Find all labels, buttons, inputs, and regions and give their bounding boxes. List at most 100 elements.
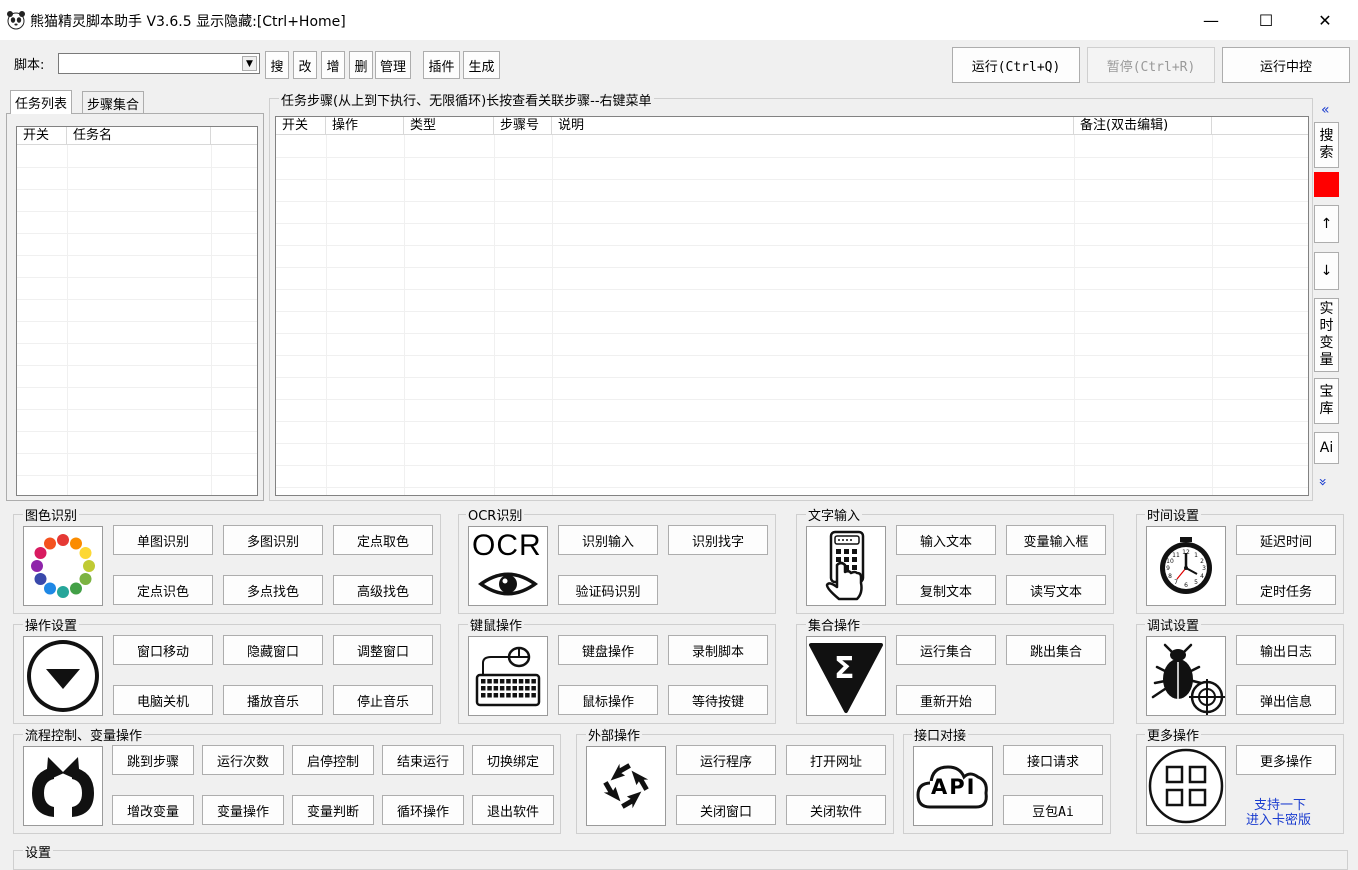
task-col-extra[interactable]: [211, 127, 257, 145]
ocr-eye-icon: OCR: [468, 526, 548, 606]
adjust-window-button[interactable]: 调整窗口: [333, 635, 433, 665]
plugin-button[interactable]: 插件: [423, 51, 460, 79]
treasury-button[interactable]: 宝 库: [1314, 378, 1339, 424]
steps-col-step-no[interactable]: 步骤号: [494, 117, 552, 135]
script-manage-button[interactable]: 管理: [375, 51, 411, 79]
mouse-operation-button[interactable]: 鼠标操作: [558, 685, 658, 715]
copy-text-button[interactable]: 复制文本: [896, 575, 996, 605]
flow-title: 流程控制、变量操作: [23, 725, 145, 744]
variable-judge-button[interactable]: 变量判断: [292, 795, 374, 825]
advanced-find-color-button[interactable]: 高级找色: [333, 575, 433, 605]
run-set-button[interactable]: 运行集合: [896, 635, 996, 665]
svg-text:2: 2: [1200, 558, 1204, 565]
keypad-touch-icon: [806, 526, 886, 606]
keyboard-operation-button[interactable]: 键盘操作: [558, 635, 658, 665]
expand-icon[interactable]: »: [1314, 478, 1330, 487]
restart-button[interactable]: 重新开始: [896, 685, 996, 715]
collapse-icon[interactable]: «: [1321, 102, 1330, 118]
steps-col-note[interactable]: 备注(双击编辑): [1074, 117, 1212, 135]
multi-image-recognize-button[interactable]: 多图识别: [223, 525, 323, 555]
realtime-vars-button[interactable]: 实 时 变 量: [1314, 298, 1339, 372]
close-button[interactable]: ✕: [1302, 0, 1348, 40]
api-request-button[interactable]: 接口请求: [1003, 745, 1103, 775]
steps-col-switch[interactable]: 开关: [276, 117, 326, 135]
add-modify-variable-button[interactable]: 增改变量: [112, 795, 194, 825]
external-title: 外部操作: [586, 725, 643, 744]
delay-time-button[interactable]: 延迟时间: [1236, 525, 1336, 555]
generate-button[interactable]: 生成: [463, 51, 500, 79]
record-script-button[interactable]: 录制脚本: [668, 635, 768, 665]
script-add-button[interactable]: 增: [321, 51, 345, 79]
multi-point-find-color-button[interactable]: 多点找色: [223, 575, 323, 605]
script-edit-button[interactable]: 改: [293, 51, 317, 79]
run-control-button[interactable]: 运行中控: [1222, 47, 1350, 83]
tab-step-sets[interactable]: 步骤集合: [82, 91, 145, 113]
play-music-button[interactable]: 播放音乐: [223, 685, 323, 715]
wait-key-button[interactable]: 等待按键: [668, 685, 768, 715]
hide-window-button[interactable]: 隐藏窗口: [223, 635, 323, 665]
minimize-button[interactable]: —: [1188, 0, 1234, 40]
svg-text:12: 12: [1182, 549, 1190, 556]
point-color-recognize-button[interactable]: 定点识色: [113, 575, 213, 605]
exit-set-button[interactable]: 跳出集合: [1006, 635, 1106, 665]
variable-input-box-button[interactable]: 变量输入框: [1006, 525, 1106, 555]
close-window-button[interactable]: 关闭窗口: [676, 795, 776, 825]
start-stop-control-button[interactable]: 启停控制: [292, 745, 374, 775]
open-url-button[interactable]: 打开网址: [786, 745, 886, 775]
steps-col-extra[interactable]: [1212, 117, 1308, 135]
maximize-button[interactable]: ☐: [1243, 0, 1289, 40]
settings-title: 设置: [23, 842, 54, 861]
title-bar: 熊猫精灵脚本助手 V3.6.5 显示隐藏:[Ctrl+Home] — ☐ ✕: [0, 0, 1358, 40]
support-link-line2[interactable]: 进入卡密版: [1246, 809, 1311, 828]
settings-group: [13, 850, 1348, 870]
run-program-button[interactable]: 运行程序: [676, 745, 776, 775]
operation-title: 操作设置: [23, 615, 80, 634]
tab-task-list[interactable]: 任务列表: [10, 90, 73, 114]
svg-text:5: 5: [1194, 579, 1198, 586]
pause-button[interactable]: 暂停(Ctrl+R): [1087, 47, 1215, 83]
switch-binding-button[interactable]: 切换绑定: [472, 745, 554, 775]
popup-info-button[interactable]: 弹出信息: [1236, 685, 1336, 715]
external-arrows-icon: [586, 746, 666, 826]
input-text-button[interactable]: 输入文本: [896, 525, 996, 555]
run-count-button[interactable]: 运行次数: [202, 745, 284, 775]
recognize-input-button[interactable]: 识别输入: [558, 525, 658, 555]
doubao-ai-button[interactable]: 豆包Ai: [1003, 795, 1103, 825]
steps-list[interactable]: 开关 操作 类型 步骤号 说明 备注(双击编辑): [275, 116, 1309, 496]
steps-col-type[interactable]: 类型: [404, 117, 494, 135]
recognize-find-text-button[interactable]: 识别找字: [668, 525, 768, 555]
script-delete-button[interactable]: 删: [349, 51, 373, 79]
more-operations-button[interactable]: 更多操作: [1236, 745, 1336, 775]
more-title: 更多操作: [1145, 725, 1202, 744]
end-run-button[interactable]: 结束运行: [382, 745, 464, 775]
jump-to-step-button[interactable]: 跳到步骤: [112, 745, 194, 775]
shutdown-button[interactable]: 电脑关机: [113, 685, 213, 715]
steps-col-desc[interactable]: 说明: [552, 117, 1074, 135]
script-select[interactable]: ▼: [58, 53, 260, 74]
ai-button[interactable]: Ai: [1314, 432, 1339, 464]
loop-operation-button[interactable]: 循环操作: [382, 795, 464, 825]
scheduled-task-button[interactable]: 定时任务: [1236, 575, 1336, 605]
dropdown-circle-icon: [23, 636, 103, 716]
task-col-name[interactable]: 任务名: [67, 127, 211, 145]
task-list[interactable]: 开关 任务名: [16, 126, 258, 496]
svg-text:11: 11: [1172, 552, 1180, 559]
window-move-button[interactable]: 窗口移动: [113, 635, 213, 665]
pick-point-color-button[interactable]: 定点取色: [333, 525, 433, 555]
move-up-button[interactable]: ↑: [1314, 205, 1339, 243]
stop-music-button[interactable]: 停止音乐: [333, 685, 433, 715]
output-log-button[interactable]: 输出日志: [1236, 635, 1336, 665]
run-button[interactable]: 运行(Ctrl+Q): [952, 47, 1080, 83]
move-down-button[interactable]: ↓: [1314, 252, 1339, 290]
task-col-switch[interactable]: 开关: [17, 127, 67, 145]
close-software-button[interactable]: 关闭软件: [786, 795, 886, 825]
script-search-button[interactable]: 搜: [265, 51, 289, 79]
single-image-recognize-button[interactable]: 单图识别: [113, 525, 213, 555]
variable-operation-button[interactable]: 变量操作: [202, 795, 284, 825]
side-search-button[interactable]: 搜 索: [1314, 122, 1339, 168]
exit-software-button[interactable]: 退出软件: [472, 795, 554, 825]
steps-col-operation[interactable]: 操作: [326, 117, 404, 135]
read-write-text-button[interactable]: 读写文本: [1006, 575, 1106, 605]
svg-text:8: 8: [1168, 573, 1172, 580]
captcha-recognize-button[interactable]: 验证码识别: [558, 575, 658, 605]
